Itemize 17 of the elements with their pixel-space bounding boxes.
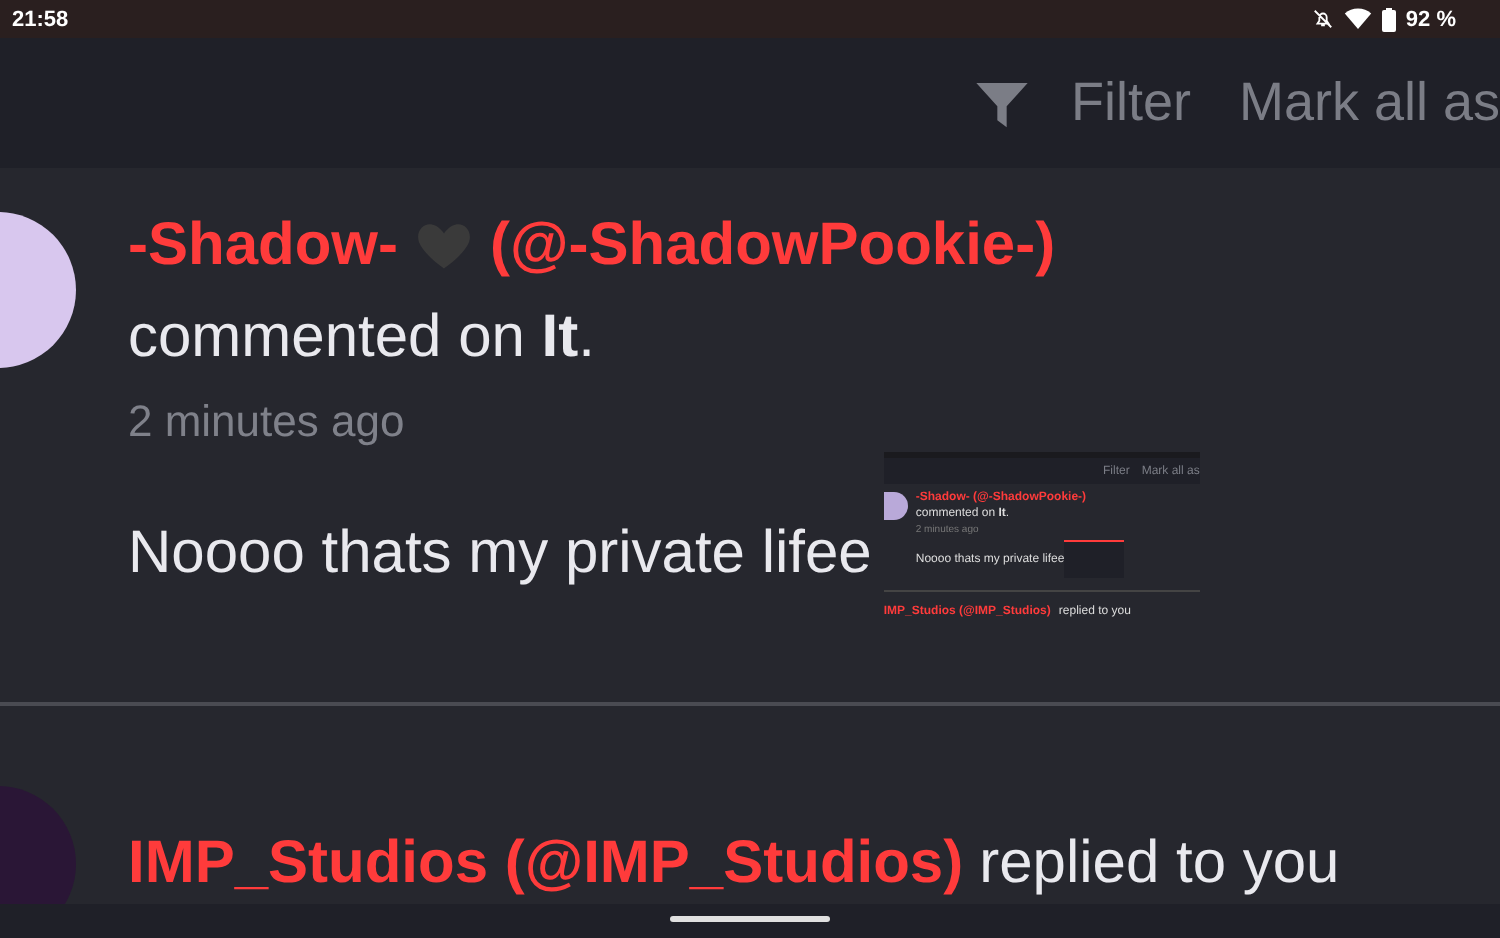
home-handle[interactable] <box>670 916 830 922</box>
nested-screenshot <box>1064 540 1125 578</box>
author-name[interactable]: IMP_Studios (@IMP_Studios) <box>128 830 964 898</box>
filter-button[interactable]: Filter <box>974 72 1191 134</box>
clock-time: 21:58 <box>12 7 69 31</box>
battery-icon <box>1381 7 1396 31</box>
author-name[interactable]: -Shadow- <box>128 212 398 280</box>
notification-action: replied to you <box>979 830 1340 898</box>
comment-text: Noooo thats my private lifee <box>128 517 872 587</box>
mark-all-button[interactable]: Mark all as <box>1238 72 1500 134</box>
notification-time: 2 minutes ago <box>128 396 407 448</box>
battery-percent: 92 % <box>1405 7 1456 31</box>
notification-action: commented on It. <box>128 304 597 372</box>
muted-bell-icon <box>1311 8 1334 30</box>
screenshot-avatar <box>883 492 908 520</box>
author-handle[interactable]: (@-ShadowPookie-) <box>490 212 1056 280</box>
wifi-icon <box>1343 8 1372 30</box>
